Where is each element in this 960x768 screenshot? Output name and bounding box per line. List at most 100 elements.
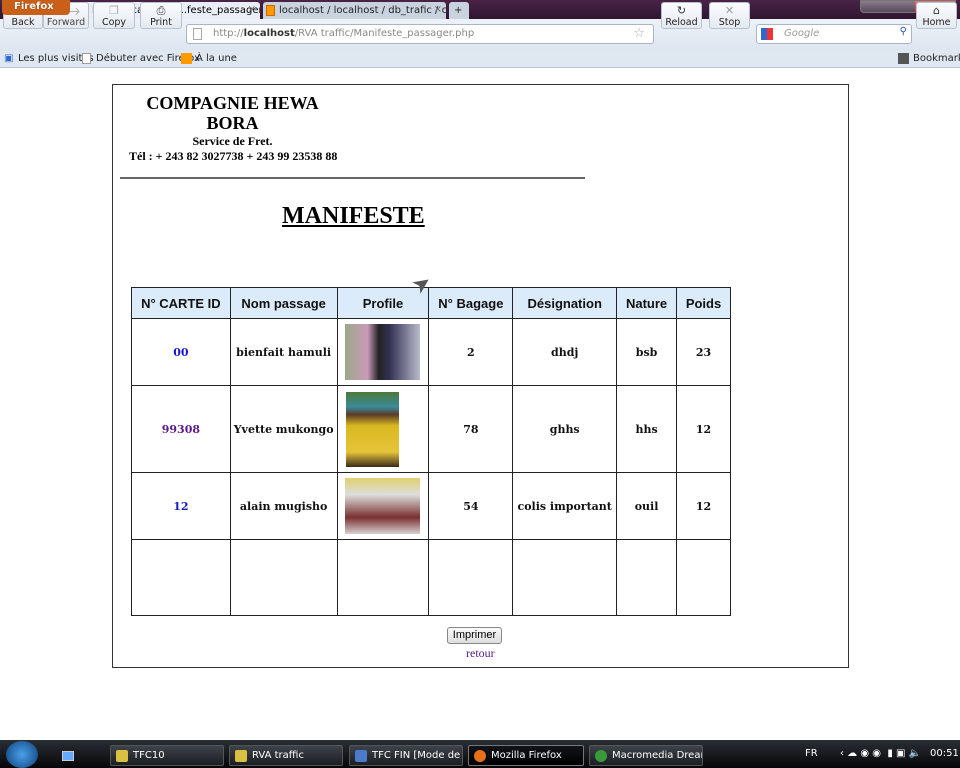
bookmark-latest-headlines[interactable]: À la une (196, 53, 237, 64)
close-tab-icon[interactable]: × (248, 4, 256, 15)
taskbar-label: TFC10 (133, 750, 165, 761)
empty-cell (512, 539, 618, 616)
folder-icon (116, 750, 128, 762)
firefox-menu-button[interactable]: Firefox (2, 0, 70, 15)
empty-cell (336, 539, 430, 616)
bookmarks-menu[interactable]: Bookmarks (913, 53, 960, 64)
new-tab-button[interactable]: + (449, 2, 469, 19)
stop-button[interactable]: ✕ Stop (709, 2, 750, 29)
profile-cell (336, 318, 430, 386)
header-poids: Poids (676, 287, 731, 319)
taskbar-item-word[interactable]: TFC FIN [Mode de c... (349, 745, 463, 766)
table-row: 00 bienfait hamuli 2 dhdj bsb 23 (131, 318, 731, 386)
url-path: /RVA traffic/Manifeste_passager.php (294, 28, 475, 39)
profile-photo (345, 391, 399, 467)
tray-icons[interactable]: ‹ ☁ ◉ ◉ ▮ ▣ 🔈 (840, 748, 921, 759)
taskbar-label: RVA traffic (252, 750, 304, 761)
forward-label: Forward (46, 17, 86, 28)
word-icon (355, 750, 367, 762)
print-toolbar-button[interactable]: ⎙ Print (140, 2, 182, 29)
dreamweaver-icon (595, 750, 607, 762)
stop-icon: ✕ (724, 4, 735, 17)
clock[interactable]: 00:51 (930, 748, 959, 759)
show-desktop-icon[interactable] (62, 751, 74, 761)
passenger-name: Yvette mukongo (229, 385, 338, 473)
page-icon (193, 28, 202, 40)
language-indicator[interactable]: FR (805, 748, 818, 759)
tab-label: localhost / localhost / db_trafic / co..… (279, 5, 446, 16)
table-row-empty (131, 539, 731, 616)
profile-photo (345, 324, 421, 380)
google-icon (761, 28, 773, 40)
stop-label: Stop (718, 17, 741, 28)
empty-cell (131, 539, 231, 616)
taskbar-item-dreamweaver[interactable]: Macromedia Dream... (589, 745, 703, 766)
nature: bsb (616, 318, 678, 386)
rss-icon (181, 53, 192, 64)
taskbar-label: Mozilla Firefox (491, 750, 562, 761)
url-host: localhost (243, 28, 295, 39)
designation: dhdj (512, 318, 618, 386)
carte-id-link[interactable]: 99308 (131, 385, 231, 473)
url-bar[interactable]: http://localhost/RVA traffic/Manifeste_p… (186, 24, 654, 44)
manifest-table: N° CARTE ID Nom passage Profile N° Bagag… (131, 287, 731, 616)
copy-button[interactable]: ❐ Copy (93, 2, 135, 29)
poids: 12 (676, 472, 731, 540)
passenger-name: bienfait hamuli (229, 318, 338, 386)
search-icon[interactable]: ⚲ (900, 26, 907, 37)
taskbar-label: Macromedia Dream... (612, 750, 702, 761)
header-profile: Profile (336, 287, 430, 319)
empty-cell (229, 539, 338, 616)
table-row: 12 alain mugisho 54 colis important ouil… (131, 472, 731, 540)
company-line-1: COMPAGNIE HEWA (146, 93, 319, 113)
header-divider (120, 177, 585, 179)
company-line-2: BORA (206, 113, 259, 133)
start-button[interactable] (6, 741, 38, 768)
copy-icon: ❐ (109, 4, 119, 17)
phpmyadmin-icon (266, 5, 275, 16)
bagage-count: 2 (428, 318, 514, 386)
profile-cell (336, 385, 430, 473)
reload-button[interactable]: ↻ Reload (661, 2, 702, 29)
reload-icon: ↻ (676, 4, 687, 17)
header-designation: Désignation (512, 287, 618, 319)
firefox-icon (474, 750, 486, 762)
home-button[interactable]: ⌂ Home (916, 2, 957, 29)
close-tab-icon[interactable]: × (434, 4, 442, 15)
empty-cell (676, 539, 731, 616)
bagage-count: 54 (428, 472, 514, 540)
carte-id-link[interactable]: 12 (131, 472, 231, 540)
bookmarks-toolbar: ▣ Les plus visités Débuter avec Firefox … (0, 50, 960, 68)
folder-icon (235, 750, 247, 762)
bookmark-star-icon[interactable]: ☆ (633, 26, 645, 41)
poids: 23 (676, 318, 731, 386)
header-nature: Nature (616, 287, 678, 319)
table-row: 99308 Yvette mukongo 78 ghhs hhs 12 (131, 385, 731, 473)
reload-label: Reload (665, 17, 698, 28)
header-carte-id: N° CARTE ID (131, 287, 231, 319)
designation: colis important (512, 472, 618, 540)
printer-icon: ⎙ (156, 4, 166, 17)
taskbar-item-firefox[interactable]: Mozilla Firefox (468, 745, 584, 766)
empty-cell (428, 539, 514, 616)
bagage-count: 78 (428, 385, 514, 473)
page-icon (82, 53, 91, 64)
phone-numbers: Tél : + 243 82 3027738 + 243 99 23538 88 (129, 149, 338, 163)
home-icon: ⌂ (933, 4, 940, 17)
nature: ouil (616, 472, 678, 540)
url-prefix: http:// (213, 28, 244, 39)
print-button[interactable]: Imprimer (447, 627, 502, 644)
profile-cell (336, 472, 430, 540)
designation: ghhs (512, 385, 618, 473)
carte-id-link[interactable]: 00 (131, 318, 231, 386)
poids: 12 (676, 385, 731, 473)
taskbar-item-tfc10[interactable]: TFC10 (110, 745, 224, 766)
page-title: MANIFESTE (282, 203, 425, 229)
print-label: Print (150, 17, 172, 28)
tab-phpmyadmin[interactable]: localhost / localhost / db_trafic / co..… (263, 2, 446, 19)
home-label: Home (922, 17, 951, 28)
taskbar-item-rva-traffic[interactable]: RVA traffic (229, 745, 343, 766)
search-input[interactable]: Google ⚲ (756, 24, 912, 44)
back-link[interactable]: retour (466, 646, 495, 661)
copy-label: Copy (101, 17, 127, 28)
